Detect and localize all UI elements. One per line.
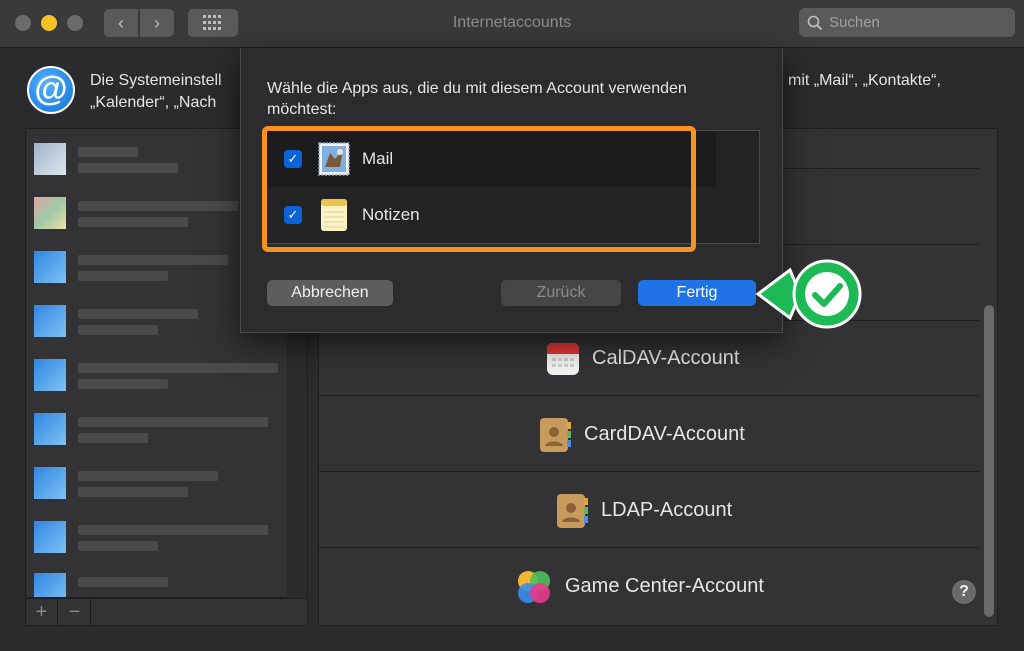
accounts-list-controls: + − — [25, 598, 308, 626]
account-icon — [34, 305, 66, 337]
search-input[interactable] — [829, 12, 1009, 33]
mail-checkbox[interactable]: ✓ — [284, 150, 302, 168]
search-icon — [807, 15, 823, 31]
description-line-2: „Kalender“, „Nach — [90, 94, 217, 111]
account-icon — [34, 413, 66, 445]
service-label: CalDAV-Account — [592, 347, 740, 369]
account-icon — [34, 521, 66, 553]
service-label: CardDAV-Account — [584, 423, 745, 445]
account-icon — [34, 359, 66, 391]
game-center-icon — [518, 570, 550, 603]
app-row-mail[interactable]: ✓ Mail — [266, 131, 716, 187]
account-icon — [34, 143, 66, 175]
app-label: Mail — [362, 149, 394, 168]
service-row-carddav[interactable]: CardDAV-Account — [319, 397, 979, 472]
contacts-icon — [557, 493, 588, 528]
account-icon — [34, 467, 66, 499]
title-bar: ‹ › Internetaccounts — [0, 0, 1024, 48]
list-item[interactable] — [34, 463, 294, 503]
account-icon — [34, 573, 66, 597]
calendar-icon — [547, 342, 579, 375]
help-button[interactable]: ? — [952, 580, 976, 604]
scrollbar-thumb[interactable] — [984, 305, 994, 617]
sheet-title: Wähle die Apps aus, die du mit diesem Ac… — [267, 80, 687, 118]
app-row-notes[interactable]: ✓ Notizen — [266, 187, 716, 243]
checkmark-callout-icon — [755, 259, 862, 329]
description-text: Die Systemeinstell „Kalender“, „Nach — [90, 70, 222, 114]
notes-checkbox[interactable]: ✓ — [284, 206, 302, 224]
contacts-icon — [540, 417, 571, 452]
list-item[interactable] — [34, 517, 294, 557]
apps-table[interactable]: ✓ Mail ✓ Notizen — [265, 130, 760, 244]
service-label: Game Center-Account — [565, 575, 764, 597]
cancel-button[interactable]: Abbrechen — [267, 280, 393, 306]
done-button[interactable]: Fertig — [638, 280, 756, 306]
checkmark-icon: ✓ — [287, 207, 299, 222]
select-apps-sheet: Wähle die Apps aus, die du mit diesem Ac… — [240, 48, 783, 333]
service-label: LDAP-Account — [601, 499, 733, 521]
notes-icon — [321, 199, 347, 231]
search-field[interactable] — [799, 8, 1015, 37]
description-line-1: Die Systemeinstell — [90, 72, 222, 89]
list-item[interactable] — [34, 409, 294, 449]
description-line-1-continued: mit „Mail“, „Kontakte“, — [788, 72, 941, 89]
list-item[interactable] — [34, 355, 294, 395]
remove-account-button[interactable]: − — [59, 599, 91, 625]
list-item[interactable] — [34, 569, 294, 597]
account-icon — [34, 197, 66, 229]
account-icon — [34, 251, 66, 283]
add-account-button[interactable]: + — [26, 599, 58, 625]
internet-accounts-icon: @ — [27, 66, 75, 114]
mail-stamp-icon — [318, 142, 350, 176]
checkmark-icon: ✓ — [287, 151, 299, 166]
app-label: Notizen — [362, 205, 420, 224]
back-button[interactable]: Zurück — [501, 280, 621, 306]
service-row-game-center[interactable]: Game Center-Account — [319, 549, 979, 624]
service-row-ldap[interactable]: LDAP-Account — [319, 473, 979, 548]
